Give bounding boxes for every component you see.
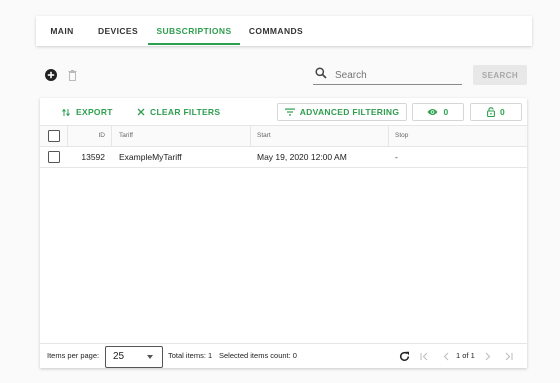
advanced-filtering-button[interactable]: ADVANCED FILTERING xyxy=(277,103,407,121)
paginator: Items per page: 25 Total items: 1 Select… xyxy=(40,343,527,369)
column-header-start[interactable]: Start xyxy=(257,126,271,146)
lock-open-icon xyxy=(487,107,495,117)
trash-icon xyxy=(68,69,76,81)
visible-columns-count: 0 xyxy=(443,107,449,117)
refresh-icon xyxy=(399,351,409,361)
last-page-button[interactable] xyxy=(502,350,514,362)
cell-stop: - xyxy=(395,152,398,162)
row-checkbox[interactable] xyxy=(48,151,60,163)
locked-columns-count: 0 xyxy=(499,107,506,117)
cell-start: May 19, 2020 12:00 AM xyxy=(257,152,347,162)
close-icon xyxy=(137,108,145,116)
table-header-row: ID Tariff Start Stop xyxy=(40,125,527,147)
tab-subscriptions[interactable]: SUBSCRIPTIONS xyxy=(148,16,240,46)
cell-tariff: ExampleMyTariff xyxy=(119,152,182,162)
active-tab-indicator xyxy=(148,43,240,45)
refresh-button[interactable] xyxy=(397,349,411,363)
column-header-id[interactable]: ID xyxy=(67,126,106,146)
add-button[interactable] xyxy=(44,68,58,82)
tab-devices[interactable]: DEVICES xyxy=(88,16,148,46)
clear-filters-button[interactable]: CLEAR FILTERS xyxy=(137,104,220,120)
locked-columns-button[interactable]: 0 xyxy=(470,103,522,121)
items-per-page-label: Items per page: xyxy=(47,351,100,360)
column-divider xyxy=(111,126,112,146)
select-all-checkbox[interactable] xyxy=(48,130,60,142)
search-input[interactable] xyxy=(333,66,462,84)
last-page-icon xyxy=(505,352,512,360)
search-button[interactable]: SEARCH xyxy=(473,65,527,85)
first-page-button[interactable] xyxy=(418,350,430,362)
column-divider xyxy=(250,126,251,146)
chevron-left-icon xyxy=(443,352,448,360)
table-row[interactable]: 13592 ExampleMyTariff May 19, 2020 12:00… xyxy=(40,147,527,168)
items-per-page-value: 25 xyxy=(113,351,125,362)
first-page-icon xyxy=(420,352,427,360)
sort-arrows-icon xyxy=(62,108,70,116)
selected-items-count: Selected items count: 0 xyxy=(219,351,297,360)
subscriptions-grid: EXPORT CLEAR FILTERS ADVANCED FILTERING … xyxy=(40,98,527,368)
tab-main[interactable]: MAIN xyxy=(36,16,88,46)
column-header-stop[interactable]: Stop xyxy=(395,126,408,146)
data-table: ID Tariff Start Stop 13592 ExampleMyTari… xyxy=(40,125,527,168)
tab-commands[interactable]: COMMANDS xyxy=(240,16,312,46)
previous-page-button[interactable] xyxy=(440,350,452,362)
delete-button[interactable] xyxy=(66,68,78,82)
tab-bar: MAIN DEVICES SUBSCRIPTIONS COMMANDS xyxy=(36,16,532,46)
column-header-tariff[interactable]: Tariff xyxy=(119,126,133,146)
total-items: Total items: 1 xyxy=(168,351,213,360)
export-button[interactable]: EXPORT xyxy=(62,104,113,120)
chevron-down-icon xyxy=(147,355,153,359)
advanced-filtering-label: ADVANCED FILTERING xyxy=(299,107,400,117)
cell-id: 13592 xyxy=(81,152,105,162)
items-per-page-select[interactable]: 25 xyxy=(105,346,163,368)
add-circle-icon xyxy=(45,69,57,81)
filter-list-icon xyxy=(284,108,295,116)
clear-filters-label: CLEAR FILTERS xyxy=(150,107,221,117)
column-divider xyxy=(388,126,389,146)
visible-columns-button[interactable]: 0 xyxy=(412,103,464,121)
page-info: 1 of 1 xyxy=(456,351,475,360)
eye-icon xyxy=(427,109,438,115)
search-icon xyxy=(315,67,327,79)
export-label: EXPORT xyxy=(76,107,113,117)
search-field xyxy=(313,64,462,85)
chevron-right-icon xyxy=(485,352,490,360)
next-page-button[interactable] xyxy=(481,350,493,362)
